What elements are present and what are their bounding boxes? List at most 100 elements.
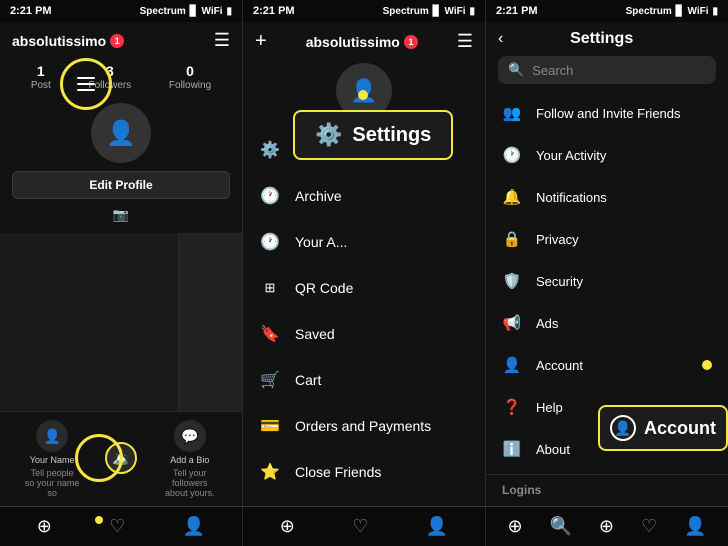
settings-item-logininfo[interactable]: 🔑 Login Info (486, 501, 728, 506)
qr-label: QR Code (295, 280, 353, 296)
archive-icon: 🕐 (259, 185, 281, 207)
back-button[interactable]: ‹ (498, 30, 503, 48)
bio-icon-btn[interactable]: 💬 (174, 420, 206, 452)
ham-line-2 (77, 83, 95, 85)
carrier-p2: Spectrum (383, 6, 429, 17)
home-icon[interactable]: ⊕ (37, 516, 52, 537)
profile-icon-p2[interactable]: 👤 (426, 516, 448, 537)
profile-header: absolutissimo 1 ☰ (0, 22, 242, 55)
bottom-nav-p2: ⊕ ♡ 👤 (243, 506, 485, 546)
avatar: 👤 (91, 103, 151, 163)
orders-label: Orders and Payments (295, 418, 431, 434)
menu-hamburger[interactable]: ☰ (457, 31, 473, 52)
your-name-sublabel: Tell people so your name so (25, 468, 80, 498)
person-icon-btn[interactable]: 👤 (36, 420, 68, 452)
close-friends-label: Close Friends (295, 464, 381, 480)
account-icon: 👤 (502, 355, 522, 375)
following-count: 0 (169, 63, 211, 79)
add-bio-label: Add a Bio (170, 455, 209, 465)
photo-icon-btn[interactable]: 🏔️ (105, 442, 137, 474)
menu-item-archive[interactable]: 🕐 Archive (243, 173, 485, 219)
battery-icon: ▮ (226, 6, 232, 17)
menu-item-cart[interactable]: 🛒 Cart (243, 357, 485, 403)
wifi-icon: WiFi (201, 6, 222, 17)
username-text: absolutissimo (12, 33, 106, 49)
menu-username-area: absolutissimo 1 (306, 34, 418, 50)
panel-profile: 2:21 PM Spectrum ▊ WiFi ▮ absolutissimo … (0, 0, 243, 546)
logins-section: Logins (486, 474, 728, 501)
account-label: Account (536, 358, 583, 373)
following-label: Following (169, 80, 211, 91)
posts-stat: 1 Post (31, 63, 51, 91)
privacy-icon: 🔒 (502, 229, 522, 249)
security-label: Security (536, 274, 583, 289)
posts-label: Post (31, 80, 51, 91)
settings-callout-icon: ⚙️ (315, 122, 342, 148)
bottom-nav-p3: ⊕ 🔍 ⊕ ♡ 👤 (486, 506, 728, 546)
activity-settings-icon: 🕐 (502, 145, 522, 165)
avatar-area: 👤 (0, 99, 242, 167)
edit-profile-button[interactable]: Edit Profile (12, 171, 230, 199)
search-bar[interactable]: 🔍 Search (498, 56, 716, 84)
account-callout-text: Account (644, 418, 716, 439)
search-icon-p3[interactable]: 🔍 (550, 516, 572, 537)
profile-icon-p3[interactable]: 👤 (684, 516, 706, 537)
username-area: absolutissimo 1 (12, 33, 124, 49)
settings-callout-text: Settings (352, 124, 431, 147)
privacy-label: Privacy (536, 232, 579, 247)
settings-callout-box: ⚙️ Settings (293, 110, 453, 160)
add-icon-p3[interactable]: ⊕ (599, 516, 614, 537)
heart-icon-p3[interactable]: ♡ (641, 516, 657, 537)
settings-item-activity[interactable]: 🕐 Your Activity (486, 134, 728, 176)
cart-label: Cart (295, 372, 321, 388)
menu-username: absolutissimo (306, 34, 400, 50)
follow-icon: 👥 (502, 103, 522, 123)
account-callout-box: 👤 Account (598, 405, 728, 451)
search-icon: 🔍 (508, 62, 524, 78)
menu-item-saved[interactable]: 🔖 Saved (243, 311, 485, 357)
menu-item-discover[interactable]: 👥 Discover People (243, 495, 485, 506)
time-p2: 2:21 PM (253, 5, 295, 17)
menu-item-qr[interactable]: ⊞ QR Code (243, 265, 485, 311)
hamburger-lines (77, 77, 95, 91)
bottom-nav-p1: ⊕ ♡ 👤 (0, 506, 242, 546)
settings-item-security[interactable]: 🛡️ Security (486, 260, 728, 302)
signal-icon-p3: ▊ (676, 6, 684, 17)
cart-icon: 🛒 (259, 369, 281, 391)
profile-icon-nav[interactable]: 👤 (183, 516, 205, 537)
settings-header: ‹ Settings (486, 22, 728, 52)
hamburger-annotation-circle (60, 58, 112, 110)
heart-icon-p2[interactable]: ♡ (352, 516, 368, 537)
close-friends-icon: ⭐ (259, 461, 281, 483)
menu-list: ⚙️ Settings 🕐 Archive 🕐 Your A... ⊞ QR C… (243, 123, 485, 506)
menu-header: + absolutissimo 1 ☰ (243, 22, 485, 57)
menu-item-close-friends[interactable]: ⭐ Close Friends (243, 449, 485, 495)
time-p1: 2:21 PM (10, 5, 52, 17)
settings-annotation-dot (358, 90, 368, 100)
settings-item-ads[interactable]: 📢 Ads (486, 302, 728, 344)
ham-line-3 (77, 89, 95, 91)
account-annotation-dot (702, 360, 712, 370)
battery-icon-p2: ▮ (469, 6, 475, 17)
heart-icon[interactable]: ♡ (109, 516, 125, 537)
add-button[interactable]: + (255, 30, 267, 53)
battery-icon-p3: ▮ (712, 6, 718, 17)
panel-settings: 2:21 PM Spectrum ▊ WiFi ▮ ‹ Settings 🔍 S… (486, 0, 728, 546)
status-right-p2: Spectrum ▊ WiFi ▮ (383, 6, 475, 17)
orders-icon: 💳 (259, 415, 281, 437)
activity-label: Your A... (295, 234, 347, 250)
home-icon-p2[interactable]: ⊕ (280, 516, 295, 537)
notif-badge: 1 (110, 34, 124, 48)
menu-item-orders[interactable]: 💳 Orders and Payments (243, 403, 485, 449)
settings-item-follow[interactable]: 👥 Follow and Invite Friends (486, 92, 728, 134)
saved-label: Saved (295, 326, 335, 342)
settings-item-account[interactable]: 👤 Account (486, 344, 728, 386)
home-icon-p3[interactable]: ⊕ (507, 516, 522, 537)
settings-item-privacy[interactable]: 🔒 Privacy (486, 218, 728, 260)
grid-cell-1 (0, 233, 178, 411)
settings-title: Settings (570, 30, 633, 48)
menu-item-activity[interactable]: 🕐 Your A... (243, 219, 485, 265)
settings-item-notifications[interactable]: 🔔 Notifications (486, 176, 728, 218)
hamburger-button[interactable]: ☰ (214, 30, 230, 51)
status-bar-p2: 2:21 PM Spectrum ▊ WiFi ▮ (243, 0, 485, 22)
